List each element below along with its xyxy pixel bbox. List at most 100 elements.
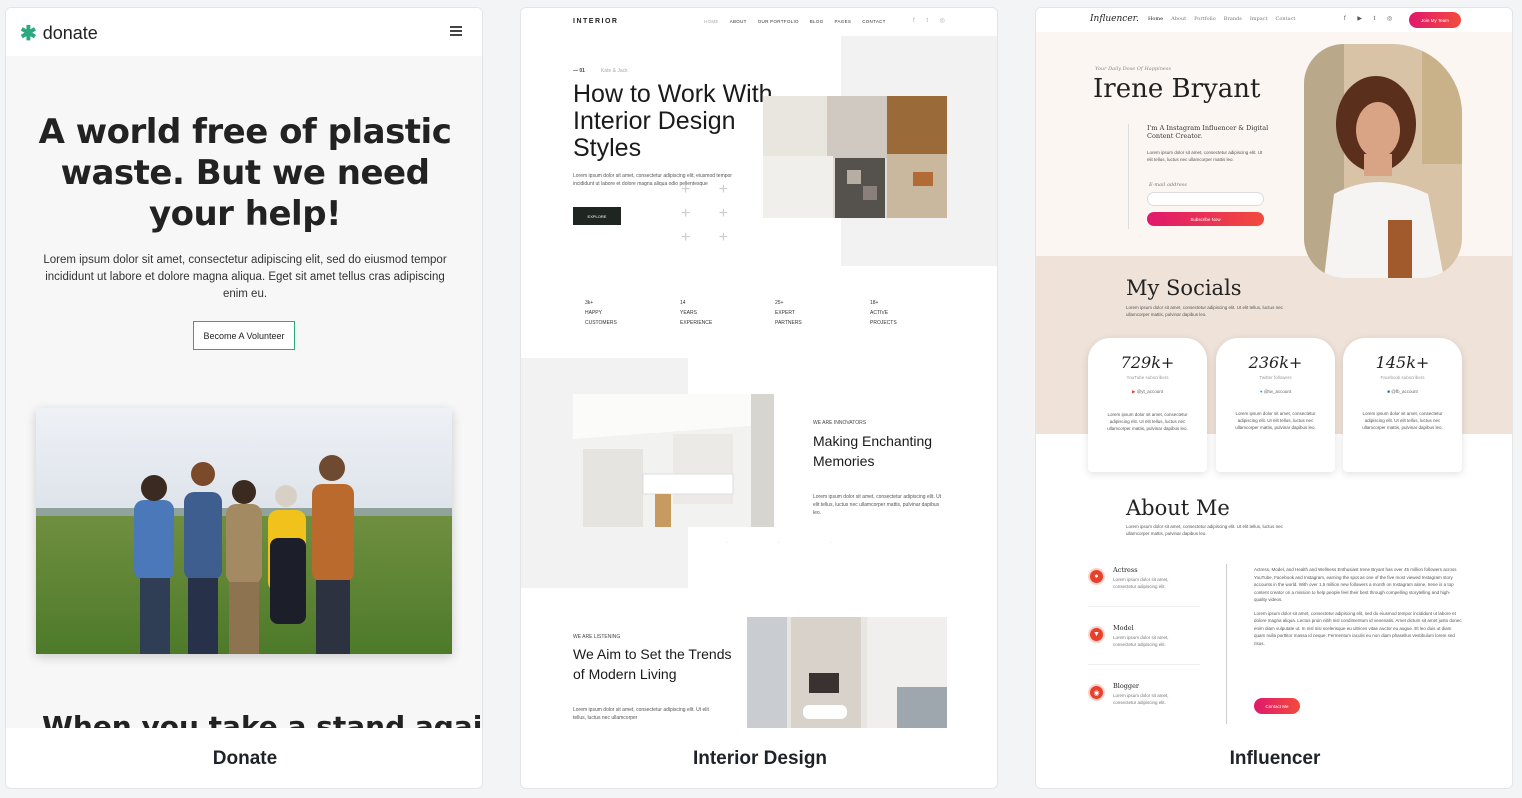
template-title[interactable]: Influencer [1036, 728, 1512, 788]
about-detail: Actress, Model, and Health and Wellness … [1254, 566, 1462, 647]
template-card-interior-design[interactable]: INTERIOR HOME ABOUT OUR PORTFOLIO BLOG P… [520, 7, 998, 789]
email-field [1147, 192, 1264, 206]
section-title: Making Enchanting Memories [813, 433, 933, 469]
nav-item: Contact [1275, 16, 1296, 22]
blogger-icon: ◉ [1088, 684, 1105, 701]
stat-item: 18+ ACTIVE PROJECTS [870, 298, 965, 328]
role-title: Blogger [1113, 682, 1140, 690]
socials-title: My Socials [1126, 276, 1242, 300]
nav-item: Impact [1249, 16, 1268, 22]
socials-body: Lorem ipsum dolor sit amet, consectetur … [1126, 305, 1283, 317]
divider [1226, 564, 1227, 724]
eyebrow-text: Kate & Jack [600, 68, 628, 74]
platform-label: YouTube subscribers [1126, 375, 1169, 380]
handle-text: @tw_account [1263, 389, 1292, 394]
portrait-photo [1304, 44, 1462, 278]
stat-item: 14 YEARS EXPERIENCE [680, 298, 775, 328]
site-nav: HOME ABOUT OUR PORTFOLIO BLOG PAGES CONT… [704, 19, 886, 24]
platform-label: Twitter followers [1259, 375, 1292, 380]
section-eyebrow: WE ARE LISTENING [573, 634, 621, 640]
template-title[interactable]: Donate [6, 728, 482, 788]
nav-item: OUR PORTFOLIO [757, 19, 799, 24]
subscribe-button: Subscribe Now [1147, 212, 1264, 226]
template-preview-interior-design[interactable]: INTERIOR HOME ABOUT OUR PORTFOLIO BLOG P… [521, 8, 997, 728]
site-logo: Influencer. [1090, 14, 1139, 24]
site-logo: ✱ donate [20, 21, 98, 46]
section-body: Lorem ipsum dolor sit amet, consectetur … [813, 494, 942, 516]
kitchen-photo [573, 394, 774, 527]
site-nav: Home About Portfolio Brands Impact Conta… [1148, 16, 1295, 22]
stat-item: 25+ EXPERT PARTNERS [775, 298, 870, 328]
role-title: Actress [1113, 566, 1138, 574]
account-handle: ■ @fb_account [1343, 389, 1462, 394]
card-body: Lorem ipsum dolor sit amet, consectetur … [1362, 411, 1443, 430]
stat-value: 25+ [775, 300, 784, 306]
role-desc: Lorem ipsum dolor sit amet, consectetur … [1113, 693, 1169, 705]
nav-item: BLOG [809, 19, 824, 24]
facebook-icon: ■ [1387, 389, 1390, 394]
social-stat-card: 236k+ Twitter followers ● @tw_account Lo… [1216, 338, 1335, 472]
stat-label: HAPPY CUSTOMERS [585, 310, 617, 326]
social-icons: f t ◎ [913, 18, 950, 24]
about-title: About Me [1126, 496, 1230, 520]
nav-item: Brands [1223, 16, 1242, 22]
asterisk-logo-icon: ✱ [20, 23, 37, 45]
model-icon: ▼ [1088, 626, 1105, 643]
explore-button: EXPLORE [573, 207, 621, 225]
social-icons: f ▶ t ◎ [1344, 16, 1398, 22]
social-stat-card: 145k+ Facebook subscribers ■ @fb_account… [1343, 338, 1462, 472]
hero-eyebrow: — 01 Kate & Jack [573, 68, 628, 74]
section-eyebrow: WE ARE INNOVATORS [813, 420, 867, 426]
divider [1128, 124, 1129, 229]
hero-headline: How to Work With Interior Design Styles [573, 80, 773, 162]
divider [1088, 664, 1200, 665]
eyebrow-number: — 01 [573, 68, 585, 74]
card-body: Lorem ipsum dolor sit amet, consectetur … [1235, 411, 1316, 430]
contact-button: Contact Me [1254, 698, 1300, 714]
hero-bio-body: Lorem ipsum dolor sit amet, consectetur … [1147, 150, 1263, 162]
section-body: Lorem ipsum dolor sit amet, consectetur … [573, 707, 709, 721]
volunteers-photo [36, 408, 452, 654]
social-stat-card: 729k+ YouTube subscribers ▶ @yt_account … [1088, 338, 1207, 472]
hero-body: Lorem ipsum dolor sit amet, consectetur … [43, 254, 447, 300]
camera-icon: ● [1088, 568, 1105, 585]
template-card-donate[interactable]: ✱ donate A world free of plastic waste. … [5, 7, 483, 789]
nav-item: PAGES [834, 19, 852, 24]
join-team-button: Join My Team [1409, 12, 1461, 28]
template-preview-donate[interactable]: ✱ donate A world free of plastic waste. … [6, 8, 483, 728]
stat-label: EXPERT PARTNERS [775, 310, 802, 326]
nav-item: CONTACT [862, 19, 886, 24]
follower-count: 145k+ [1375, 353, 1430, 372]
stat-value: 18+ [870, 300, 879, 306]
logo-text: donate [42, 23, 98, 43]
volunteer-button: Become A Volunteer [193, 321, 295, 350]
hero-tagline: Your Daily Dose Of Happiness [1095, 66, 1172, 72]
template-title[interactable]: Interior Design [521, 728, 997, 788]
hero-name: Irene Bryant [1093, 74, 1261, 104]
stat-item: 3k+ HAPPY CUSTOMERS [585, 298, 680, 328]
stat-label: YEARS EXPERIENCE [680, 310, 713, 326]
about-paragraph: Lorem ipsum dolor sit amet, consectetur … [1254, 610, 1462, 646]
divider [1088, 606, 1200, 607]
twitter-icon: ● [1259, 389, 1263, 394]
template-preview-influencer[interactable]: Influencer. Home About Portfolio Brands … [1036, 8, 1512, 728]
next-section-heading: When you take a stand against [42, 710, 483, 728]
plus-pattern-icon: + + + + + + [681, 181, 741, 246]
follower-count: 236k+ [1248, 353, 1303, 372]
site-logo: INTERIOR [573, 18, 619, 25]
hamburger-menu-icon [450, 26, 462, 36]
template-card-influencer[interactable]: Influencer. Home About Portfolio Brands … [1035, 7, 1513, 789]
nav-item: ABOUT [729, 19, 747, 24]
stat-value: 14 [680, 300, 686, 306]
platform-label: Facebook subscribers [1380, 375, 1425, 380]
handle-text: @fb_account [1391, 389, 1418, 394]
nav-item: HOME [704, 19, 719, 24]
role-desc: Lorem ipsum dolor sit amet, consectetur … [1113, 635, 1169, 647]
material-samples-photo [763, 96, 947, 218]
nav-item: Home [1148, 16, 1164, 22]
nav-item: Portfolio [1194, 16, 1216, 22]
about-paragraph: Actress, Model, and Health and Wellness … [1254, 567, 1457, 602]
about-body: Lorem ipsum dolor sit amet, consectetur … [1126, 524, 1283, 536]
youtube-icon: ▶ [1131, 389, 1136, 394]
card-body: Lorem ipsum dolor sit amet, consectetur … [1107, 412, 1188, 431]
